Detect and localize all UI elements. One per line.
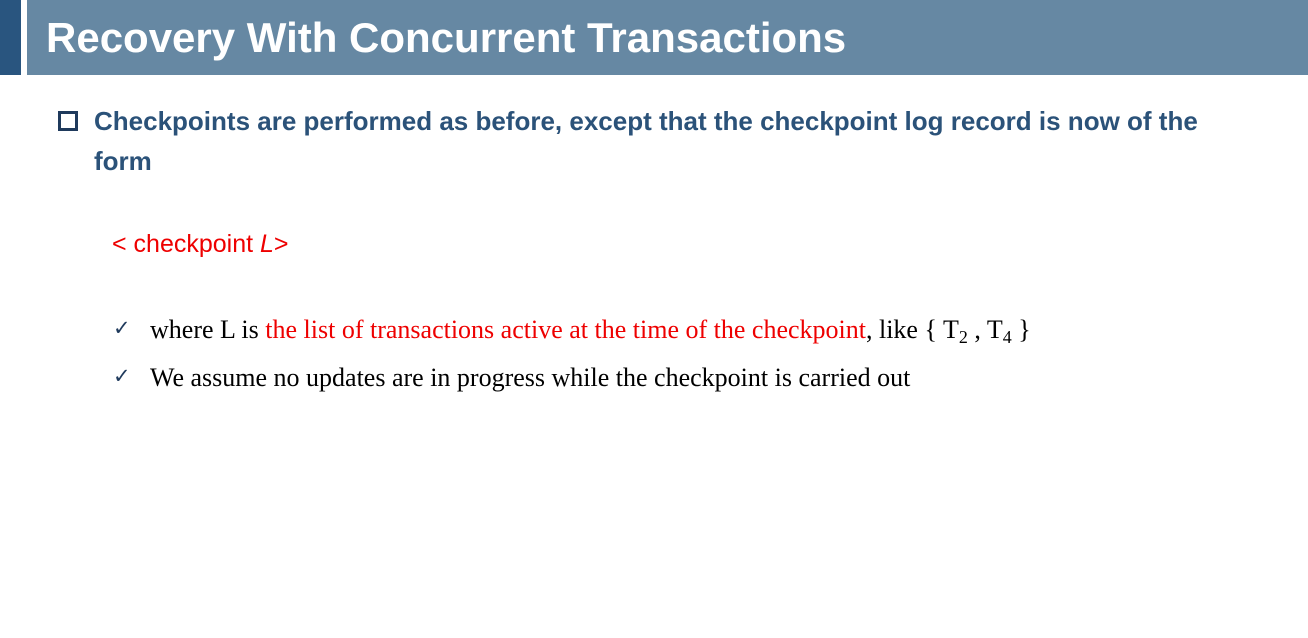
sub-bullet-1-pre: where L is xyxy=(150,315,266,344)
title-accent-bar xyxy=(0,0,21,75)
sub-bullet-1-highlight: the list of transactions active at the t… xyxy=(265,315,866,344)
formula-open: < checkpoint xyxy=(112,230,261,258)
formula-close: > xyxy=(273,230,289,258)
sub-bullet-1-mid: , T xyxy=(967,315,1003,344)
subscript-2: 2 xyxy=(958,327,968,347)
sub-bullet-1-end: } xyxy=(1011,315,1031,344)
sub-bullet-2: We assume no updates are in progress whi… xyxy=(150,363,911,392)
checkmark-icon: ✓ xyxy=(113,316,131,340)
square-bullet-icon xyxy=(58,111,78,131)
slide-title: Recovery With Concurrent Transactions xyxy=(46,14,847,61)
subscript-4: 4 xyxy=(1002,327,1012,347)
formula-variable: L xyxy=(260,230,274,258)
sub-bullet-1-post: , like { T xyxy=(865,315,959,344)
checkmark-icon: ✓ xyxy=(113,364,131,388)
sub-bullet-1: where L is the list of transactions acti… xyxy=(150,314,1031,346)
bullet-text: Checkpoints are performed as before, exc… xyxy=(94,106,1198,176)
checkpoint-record: < checkpoint L> xyxy=(112,228,289,260)
